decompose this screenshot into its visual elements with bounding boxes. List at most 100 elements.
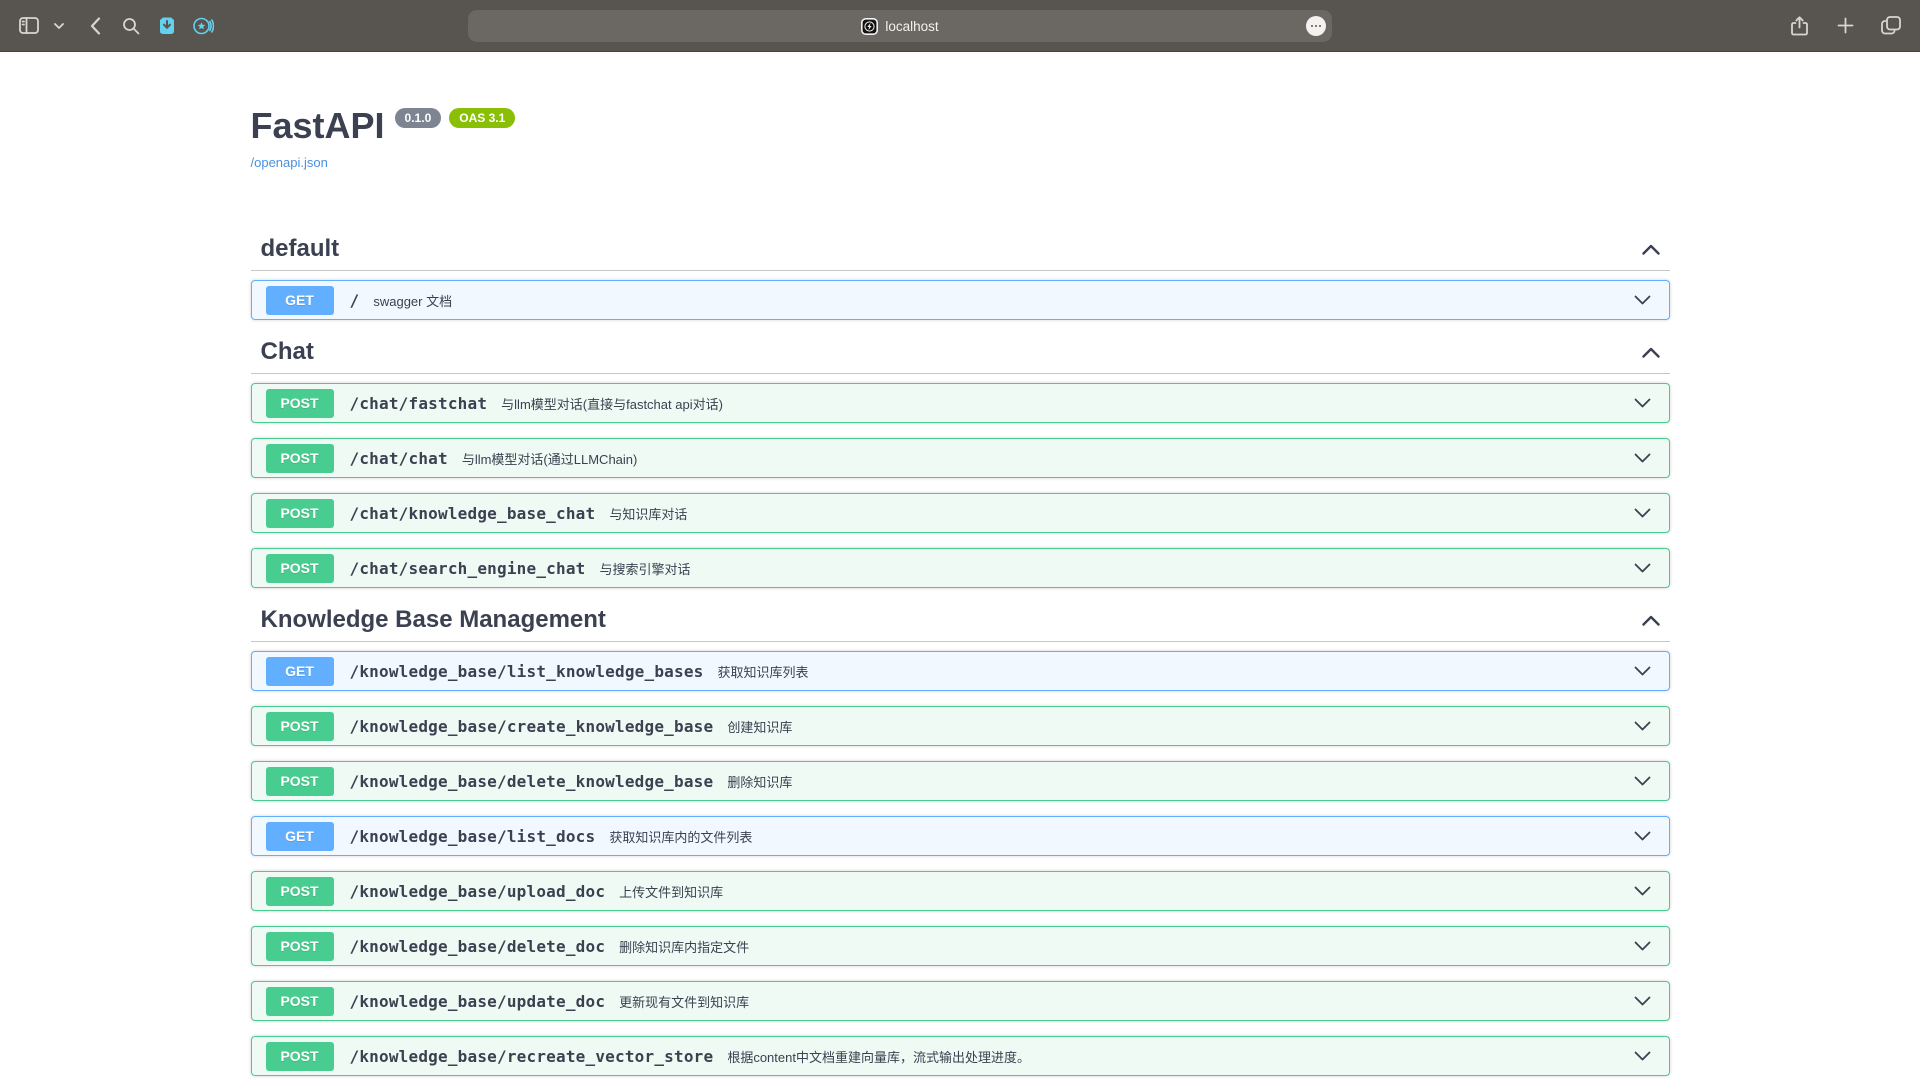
method-badge: POST — [266, 877, 334, 906]
section-title: default — [261, 234, 340, 264]
sections: default GET / swagger 文档 Chat POST /chat… — [251, 232, 1670, 1076]
operation-description: 根据content中文档重建向量库，流式输出处理进度。 — [727, 1047, 1030, 1066]
operation-row[interactable]: GET / swagger 文档 — [251, 280, 1670, 320]
extension-circle-star-icon[interactable] — [190, 13, 216, 39]
api-section: Knowledge Base Management GET /knowledge… — [251, 603, 1670, 1076]
expand-chevron-icon[interactable] — [1634, 398, 1651, 408]
operation-description: 更新现有文件到知识库 — [619, 992, 749, 1011]
method-badge: POST — [266, 444, 334, 473]
share-icon[interactable] — [1786, 13, 1812, 39]
section-header[interactable]: Chat — [251, 335, 1670, 374]
operation-description: 删除知识库 — [727, 772, 792, 791]
operation-description: swagger 文档 — [373, 291, 452, 310]
operation-row[interactable]: POST /chat/chat 与llm模型对话(通过LLMChain) — [251, 438, 1670, 478]
operation-row[interactable]: POST /knowledge_base/recreate_vector_sto… — [251, 1036, 1670, 1076]
operation-path: /knowledge_base/create_knowledge_base — [350, 717, 714, 736]
method-badge: GET — [266, 286, 334, 315]
chevron-down-icon[interactable] — [46, 13, 72, 39]
new-tab-icon[interactable] — [1832, 13, 1858, 39]
operation-row[interactable]: POST /knowledge_base/update_doc 更新现有文件到知… — [251, 981, 1670, 1021]
browser-toolbar: localhost — [0, 0, 1920, 52]
operation-description: 与知识库对话 — [609, 504, 687, 523]
operation-list: GET /knowledge_base/list_knowledge_bases… — [251, 642, 1670, 1076]
operation-row[interactable]: POST /chat/search_engine_chat 与搜索引擎对话 — [251, 548, 1670, 588]
expand-chevron-icon[interactable] — [1634, 295, 1651, 305]
version-badge: 0.1.0 — [395, 108, 442, 128]
operation-description: 与llm模型对话(直接与fastchat api对话) — [501, 394, 723, 413]
page-menu-button[interactable] — [1306, 16, 1326, 36]
sidebar-toggle-icon[interactable] — [16, 13, 42, 39]
tab-overview-icon[interactable] — [1878, 13, 1904, 39]
operation-row[interactable]: POST /knowledge_base/delete_knowledge_ba… — [251, 761, 1670, 801]
collapse-chevron-icon[interactable] — [1642, 615, 1660, 626]
operation-description: 与llm模型对话(通过LLMChain) — [462, 449, 638, 468]
oas-badge: OAS 3.1 — [449, 108, 515, 128]
operation-row[interactable]: POST /knowledge_base/create_knowledge_ba… — [251, 706, 1670, 746]
operation-description: 上传文件到知识库 — [619, 882, 723, 901]
operation-row[interactable]: POST /knowledge_base/delete_doc 删除知识库内指定… — [251, 926, 1670, 966]
section-header[interactable]: default — [251, 232, 1670, 271]
operation-description: 删除知识库内指定文件 — [619, 937, 749, 956]
operation-row[interactable]: GET /knowledge_base/list_docs 获取知识库内的文件列… — [251, 816, 1670, 856]
api-section: Chat POST /chat/fastchat 与llm模型对话(直接与fas… — [251, 335, 1670, 588]
operation-path: /knowledge_base/delete_doc — [350, 937, 606, 956]
operation-row[interactable]: POST /knowledge_base/upload_doc 上传文件到知识库 — [251, 871, 1670, 911]
operation-path: /knowledge_base/upload_doc — [350, 882, 606, 901]
operation-description: 与搜索引擎对话 — [600, 559, 691, 578]
back-icon[interactable] — [82, 13, 108, 39]
expand-chevron-icon[interactable] — [1634, 996, 1651, 1006]
operation-path: /chat/chat — [350, 449, 448, 468]
operation-description: 创建知识库 — [727, 717, 792, 736]
section-title: Chat — [261, 337, 314, 367]
operation-row[interactable]: GET /knowledge_base/list_knowledge_bases… — [251, 651, 1670, 691]
method-badge: POST — [266, 712, 334, 741]
operation-row[interactable]: POST /chat/knowledge_base_chat 与知识库对话 — [251, 493, 1670, 533]
search-icon[interactable] — [118, 13, 144, 39]
expand-chevron-icon[interactable] — [1634, 721, 1651, 731]
extension-shield-download-icon[interactable] — [154, 13, 180, 39]
operation-path: /chat/search_engine_chat — [350, 559, 586, 578]
section-title: Knowledge Base Management — [261, 605, 606, 635]
method-badge: POST — [266, 389, 334, 418]
operation-row[interactable]: POST /chat/fastchat 与llm模型对话(直接与fastchat… — [251, 383, 1670, 423]
url-text: localhost — [885, 19, 938, 34]
method-badge: POST — [266, 767, 334, 796]
address-bar[interactable]: localhost — [468, 10, 1332, 42]
method-badge: GET — [266, 657, 334, 686]
expand-chevron-icon[interactable] — [1634, 886, 1651, 896]
method-badge: GET — [266, 822, 334, 851]
openapi-json-link[interactable]: /openapi.json — [251, 155, 328, 170]
page-title: FastAPI 0.1.0 OAS 3.1 — [251, 106, 1670, 146]
method-badge: POST — [266, 554, 334, 583]
api-title: FastAPI — [251, 106, 385, 146]
operation-description: 获取知识库列表 — [717, 662, 808, 681]
section-header[interactable]: Knowledge Base Management — [251, 603, 1670, 642]
operation-path: /knowledge_base/update_doc — [350, 992, 606, 1011]
collapse-chevron-icon[interactable] — [1642, 347, 1660, 358]
expand-chevron-icon[interactable] — [1634, 776, 1651, 786]
operation-path: /chat/fastchat — [350, 394, 488, 413]
operation-list: GET / swagger 文档 — [251, 271, 1670, 320]
operation-path: / — [350, 291, 360, 310]
operation-path: /knowledge_base/delete_knowledge_base — [350, 772, 714, 791]
operation-path: /knowledge_base/list_docs — [350, 827, 596, 846]
operation-path: /knowledge_base/list_knowledge_bases — [350, 662, 704, 681]
method-badge: POST — [266, 987, 334, 1016]
method-badge: POST — [266, 1042, 334, 1071]
expand-chevron-icon[interactable] — [1634, 666, 1651, 676]
expand-chevron-icon[interactable] — [1634, 453, 1651, 463]
expand-chevron-icon[interactable] — [1634, 831, 1651, 841]
expand-chevron-icon[interactable] — [1634, 563, 1651, 573]
site-favicon-icon — [861, 18, 878, 35]
swagger-page: FastAPI 0.1.0 OAS 3.1 /openapi.json defa… — [251, 106, 1670, 1076]
expand-chevron-icon[interactable] — [1634, 1051, 1651, 1061]
collapse-chevron-icon[interactable] — [1642, 244, 1660, 255]
operation-description: 获取知识库内的文件列表 — [609, 827, 752, 846]
operation-path: /chat/knowledge_base_chat — [350, 504, 596, 523]
expand-chevron-icon[interactable] — [1634, 941, 1651, 951]
operation-path: /knowledge_base/recreate_vector_store — [350, 1047, 714, 1066]
operation-list: POST /chat/fastchat 与llm模型对话(直接与fastchat… — [251, 374, 1670, 588]
expand-chevron-icon[interactable] — [1634, 508, 1651, 518]
method-badge: POST — [266, 932, 334, 961]
method-badge: POST — [266, 499, 334, 528]
